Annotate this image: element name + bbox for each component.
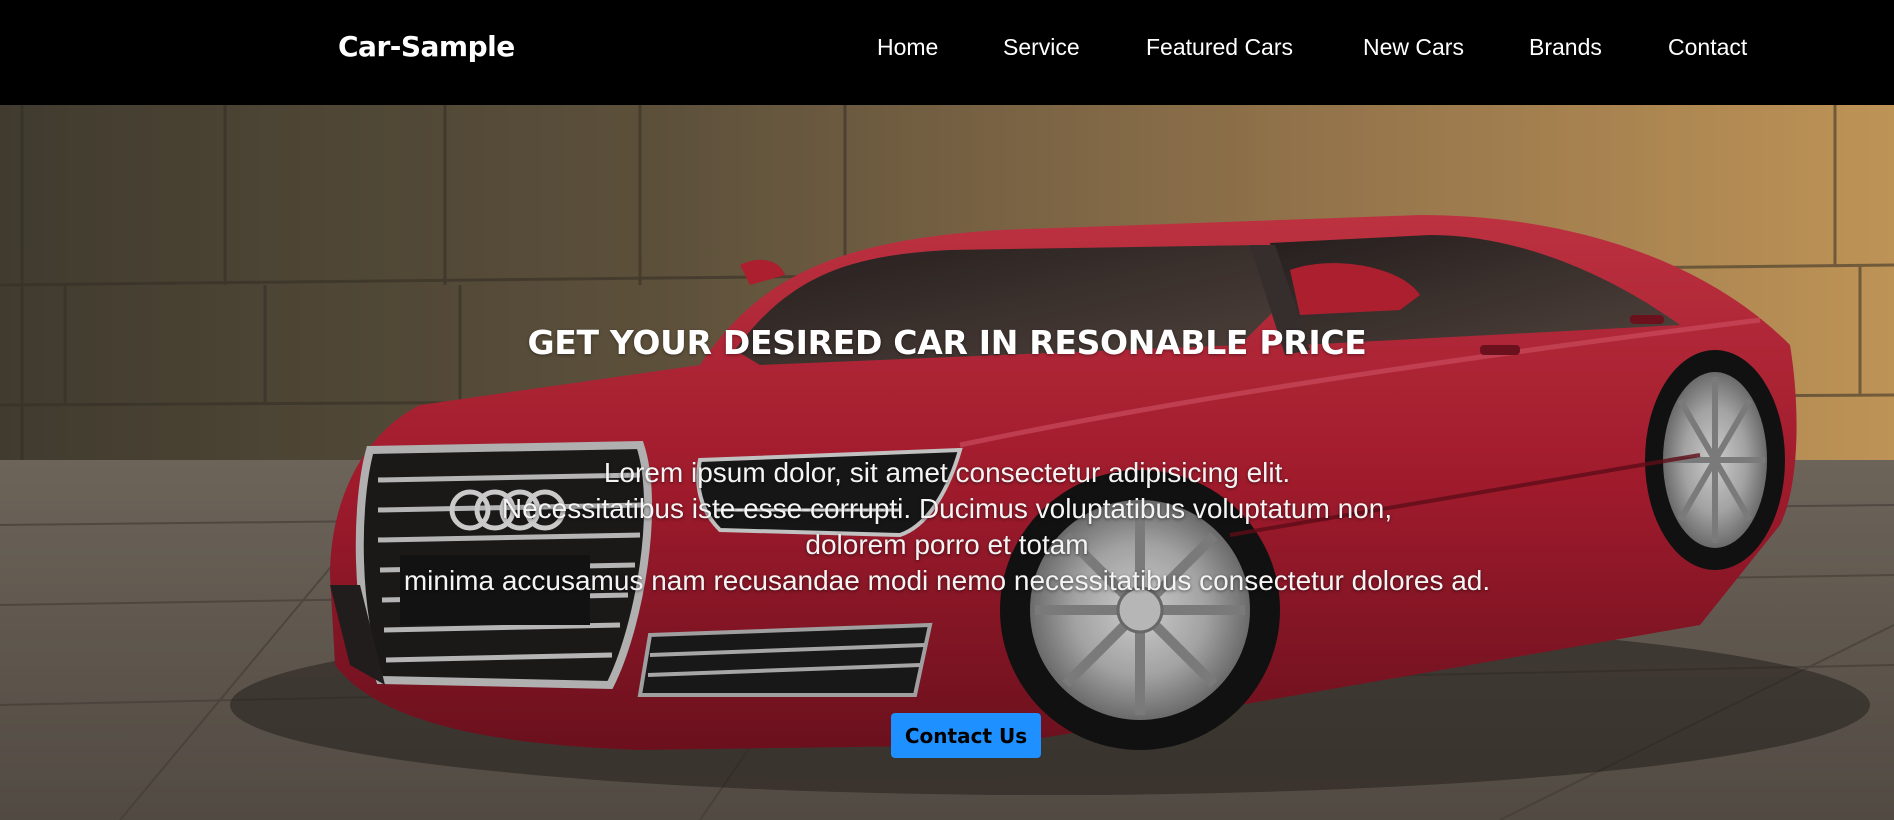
- contact-us-button[interactable]: Contact Us: [891, 713, 1041, 758]
- nav-link-brands[interactable]: Brands: [1529, 34, 1602, 61]
- hero-text-line: Necessitatibus iste esse corrupti. Ducim…: [501, 493, 1393, 524]
- hero-text-line: Lorem ipsum dolor, sit amet consectetur …: [603, 457, 1291, 488]
- nav-link-contact[interactable]: Contact: [1668, 34, 1747, 61]
- nav-link-new-cars[interactable]: New Cars: [1363, 34, 1464, 61]
- hero-section: GET YOUR DESIRED CAR IN RESONABLE PRICE …: [0, 105, 1894, 820]
- hero-text-line: dolorem porro et totam: [805, 529, 1089, 560]
- top-navbar: Car-Sample Home Service Featured Cars Ne…: [0, 0, 1894, 105]
- hero-description: Lorem ipsum dolor, sit amet consectetur …: [0, 455, 1894, 599]
- hero-heading: GET YOUR DESIRED CAR IN RESONABLE PRICE: [527, 323, 1367, 362]
- nav-links: Home Service Featured Cars New Cars Bran…: [0, 34, 1894, 64]
- nav-link-featured-cars[interactable]: Featured Cars: [1146, 34, 1293, 61]
- nav-link-service[interactable]: Service: [1003, 34, 1080, 61]
- hero-text-line: minima accusamus nam recusandae modi nem…: [403, 565, 1491, 596]
- nav-link-home[interactable]: Home: [877, 34, 938, 61]
